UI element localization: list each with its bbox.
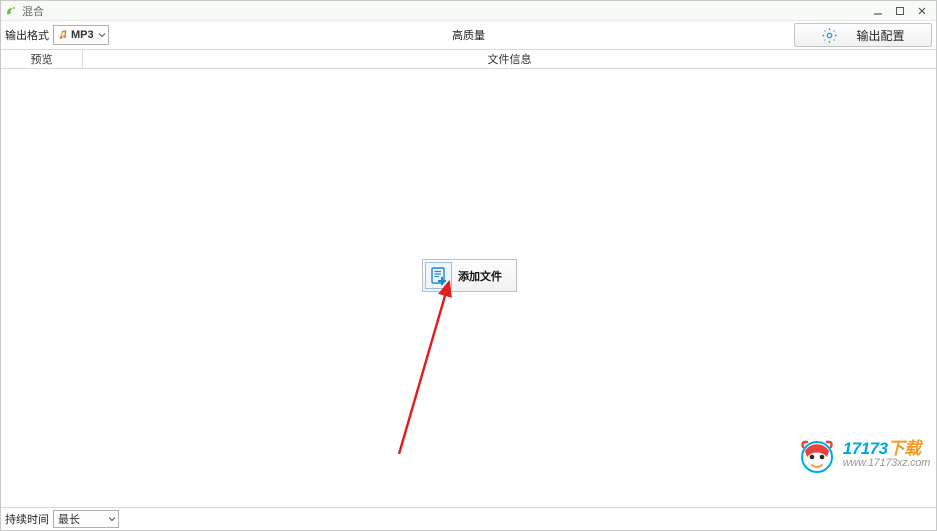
watermark-url: www.17173xz.com [843,458,930,470]
window-title: 混合 [22,3,44,19]
close-button[interactable] [911,3,933,19]
output-format-select[interactable]: MP3 [53,25,109,45]
mascot-icon [797,435,837,475]
output-config-label: 输出配置 [856,27,904,44]
output-format-label: 输出格式 [5,27,49,43]
tab-file-info[interactable]: 文件信息 [83,50,936,68]
output-config-button[interactable]: 输出配置 [794,23,932,47]
duration-select[interactable]: 最长 [53,510,119,528]
watermark-brand: 17173下载 [843,440,930,458]
quality-label: 高质量 [452,27,485,43]
bottom-bar: 持续时间 最长 [1,507,936,530]
duration-label: 持续时间 [5,511,49,527]
tab-preview[interactable]: 预览 [1,50,83,68]
maximize-button[interactable] [889,3,911,19]
add-file-button[interactable]: 添加文件 [422,259,517,292]
minimize-button[interactable] [867,3,889,19]
gear-icon [821,27,838,44]
watermark: 17173下载 www.17173xz.com [797,435,930,475]
annotation-arrow [389,274,464,459]
chevron-down-icon [108,515,116,523]
tab-header-row: 预览 文件信息 [1,50,936,69]
titlebar: 混合 [1,1,936,21]
add-file-label: 添加文件 [458,268,502,284]
chevron-down-icon [98,31,106,39]
output-format-value: MP3 [71,29,94,41]
app-icon [4,4,18,18]
main-area: 添加文件 17173下载 www.17173 [1,69,936,507]
music-note-icon [57,29,69,41]
add-file-icon [425,262,452,289]
duration-value: 最长 [58,511,80,527]
toolbar: 输出格式 MP3 高质量 输出配置 [1,21,936,50]
